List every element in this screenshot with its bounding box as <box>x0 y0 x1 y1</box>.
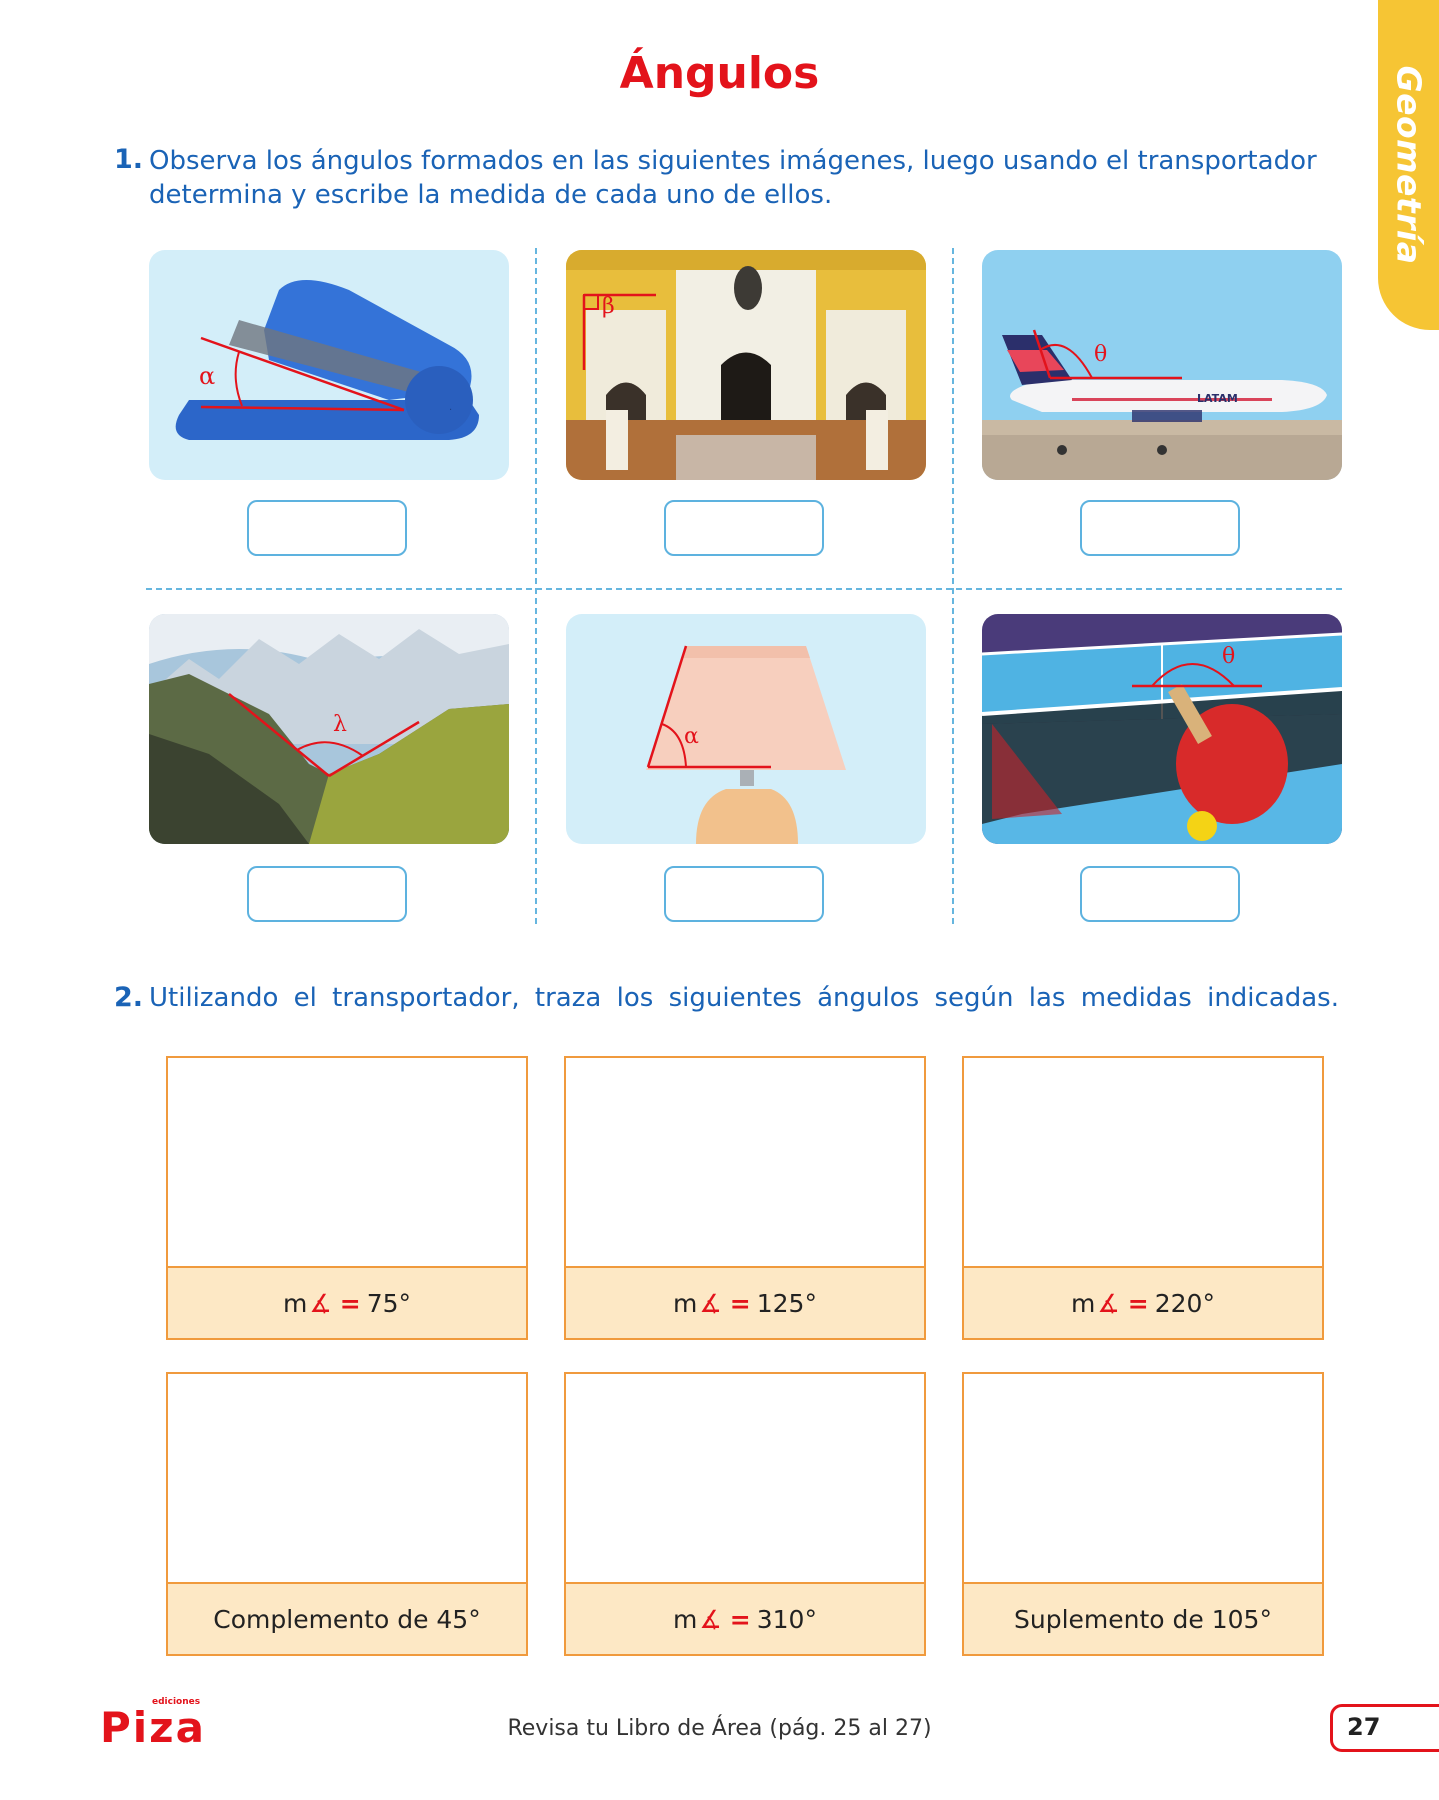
drawing-box-4[interactable]: Complemento de 45° <box>166 1372 528 1656</box>
grid-divider-vertical-2 <box>952 248 954 924</box>
angle-value: 75° <box>366 1288 412 1318</box>
angle-symbol-alpha-lamp: α <box>684 724 699 749</box>
answer-box-ping-pong[interactable] <box>1080 866 1240 922</box>
measure-prefix: m <box>673 1604 698 1634</box>
drawing-box-2[interactable]: m ∡ = 125° <box>564 1056 926 1340</box>
drawing-box-3[interactable]: m ∡ = 220° <box>962 1056 1324 1340</box>
airplane-livery-text: LATAM <box>1197 392 1238 405</box>
drawing-box-5-label: m ∡ = 310° <box>566 1582 924 1654</box>
angle-description: Complemento de 45° <box>213 1604 481 1634</box>
exercise-1-instruction-line-1: Observa los ángulos formados en las sigu… <box>149 146 1317 176</box>
page-title: Ángulos <box>619 48 820 99</box>
angle-glyph: ∡ <box>699 1288 722 1318</box>
equals-sign: = <box>729 1604 751 1634</box>
measure-prefix: m <box>282 1288 308 1318</box>
image-ping-pong-table: θ <box>982 614 1342 844</box>
image-airplane: θ LATAM <box>982 250 1342 480</box>
image-lamp: α <box>566 614 926 844</box>
answer-box-airplane[interactable] <box>1080 500 1240 556</box>
drawing-box-4-label: Complemento de 45° <box>168 1582 526 1654</box>
measure-prefix: m <box>1071 1288 1096 1318</box>
answer-box-stapler[interactable] <box>247 500 407 556</box>
equals-sign: = <box>729 1288 751 1318</box>
equals-sign: = <box>339 1288 361 1318</box>
drawing-box-5[interactable]: m ∡ = 310° <box>564 1372 926 1656</box>
angle-symbol-beta: β <box>602 294 615 319</box>
exercise-1-number: 1. <box>114 144 144 175</box>
angle-glyph: ∡ <box>1097 1288 1120 1318</box>
exercise-1-instruction-line-2: determina y escribe la medida de cada un… <box>149 180 833 210</box>
answer-box-cathedral[interactable] <box>664 500 824 556</box>
angle-symbol-theta: θ <box>1094 342 1108 367</box>
exercise-1-instruction: Observa los ángulos formados en las sigu… <box>149 144 1349 212</box>
svg-text:.: . <box>449 402 452 413</box>
image-mountains: λ <box>149 614 509 844</box>
drawing-box-1-label: m ∡ = 75° <box>168 1266 526 1338</box>
page-number: 27 <box>1347 1713 1381 1741</box>
answer-box-mountains[interactable] <box>247 866 407 922</box>
publisher-logo-small-text: ediciones <box>152 1697 201 1707</box>
image-stapler: . α <box>149 250 509 480</box>
angle-value: 310° <box>756 1604 817 1634</box>
drawing-box-3-label: m ∡ = 220° <box>964 1266 1322 1338</box>
angle-value: 220° <box>1154 1288 1215 1318</box>
drawing-box-2-label: m ∡ = 125° <box>566 1266 924 1338</box>
grid-divider-vertical-1 <box>535 248 537 924</box>
image-cathedral: β <box>566 250 926 480</box>
exercise-2-instruction: Utilizando el transportador, traza los s… <box>149 983 1339 1013</box>
measure-prefix: m <box>673 1288 698 1318</box>
footer-note: Revisa tu Libro de Área (pág. 25 al 27) <box>507 1716 932 1741</box>
equals-sign: = <box>1127 1288 1149 1318</box>
drawing-box-6[interactable]: Suplemento de 105° <box>962 1372 1324 1656</box>
grid-divider-horizontal <box>146 588 1342 590</box>
angle-symbol-alpha: α <box>199 362 216 390</box>
angle-symbol-lambda: λ <box>333 712 347 737</box>
angle-glyph: ∡ <box>699 1604 722 1634</box>
angle-glyph: ∡ <box>309 1288 332 1318</box>
angle-value: 125° <box>756 1288 817 1318</box>
drawing-box-1[interactable]: m ∡ = 75° <box>166 1056 528 1340</box>
exercise-2-number: 2. <box>114 982 144 1013</box>
answer-box-lamp[interactable] <box>664 866 824 922</box>
angle-symbol-theta-table: θ <box>1222 644 1236 669</box>
angle-description: Suplemento de 105° <box>1014 1604 1272 1634</box>
drawing-box-6-label: Suplemento de 105° <box>964 1582 1322 1654</box>
page-number-badge: 27 <box>1330 1704 1439 1752</box>
